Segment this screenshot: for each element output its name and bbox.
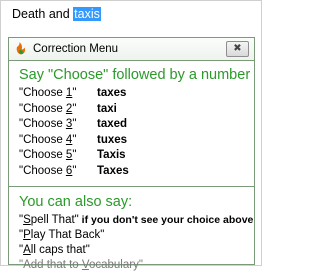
choice-word: Taxis [97, 149, 126, 161]
choice-word: taxed [97, 118, 128, 130]
choice-word: Taxes [97, 164, 129, 177]
play-that-back-command[interactable]: "Play That Back" [19, 228, 253, 243]
choice-list: "Choose 1" taxes "Choose 2" taxi "Choose 3… [19, 86, 129, 179]
all-caps-that-command[interactable]: "All caps that" [19, 243, 253, 258]
also-say-heading: You can also say: [19, 194, 133, 210]
dialog-title: Correction Menu [33, 43, 119, 55]
choice-item-5[interactable]: "Choose 5" Taxis [19, 148, 129, 164]
choice-command: "Choose 4" [19, 133, 77, 146]
dialog-titlebar[interactable]: Correction Menu ✖ [9, 38, 254, 61]
choice-command: "Choose 6" [19, 164, 77, 177]
correction-menu-dialog: Correction Menu ✖ Say "Choose" followed … [8, 37, 255, 271]
also-say-section: You can also say: "Spell That" if you do… [9, 187, 254, 271]
spell-that-hint: if you don't see your choice above [78, 214, 254, 226]
choice-item-4[interactable]: "Choose 4" tuxes [19, 133, 129, 149]
spell-that-command[interactable]: "Spell That" if you don't see your choic… [19, 213, 253, 228]
choice-command: "Choose 1" [19, 87, 77, 99]
choice-word: tuxes [97, 133, 128, 146]
speech-recognition-icon [14, 41, 28, 56]
choices-section: Say "Choose" followed by a number "Choos… [9, 61, 254, 187]
choice-item-2[interactable]: "Choose 2" taxi [19, 102, 129, 118]
choice-word: taxi [97, 102, 117, 115]
choice-item-1[interactable]: "Choose 1" taxes [19, 86, 129, 102]
choice-command: "Choose 5" [19, 149, 77, 161]
document-text-line[interactable]: Death and taxis [12, 6, 101, 22]
document-text[interactable]: Death and [12, 7, 73, 21]
also-say-list: "Spell That" if you don't see your choic… [19, 213, 253, 273]
selected-word[interactable]: taxis [73, 7, 101, 21]
choice-command: "Choose 3" [19, 118, 77, 130]
choice-item-3[interactable]: "Choose 3" taxed [19, 117, 129, 133]
choice-item-6[interactable]: "Choose 6" Taxes [19, 164, 129, 180]
choice-word: taxes [97, 87, 127, 99]
app-window: Death and taxis Correction Menu ✖ Say "C… [0, 0, 262, 271]
close-icon: ✖ [233, 43, 242, 54]
choose-prompt-heading: Say "Choose" followed by a number [19, 67, 251, 83]
choice-command: "Choose 2" [19, 102, 77, 115]
close-button[interactable]: ✖ [226, 41, 249, 57]
